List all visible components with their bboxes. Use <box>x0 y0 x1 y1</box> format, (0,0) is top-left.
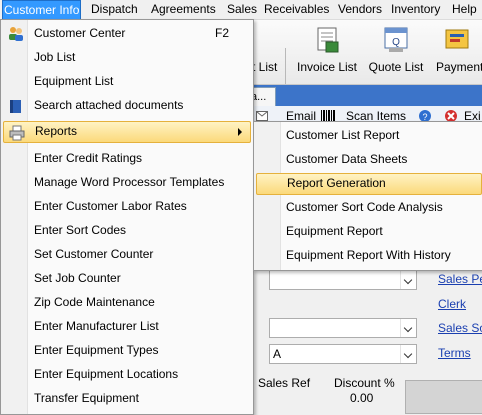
menu-item-label: Enter Manufacturer List <box>34 319 159 333</box>
submenu-item-label: Equipment Report With History <box>286 248 451 262</box>
menu-item-manufacturer-list[interactable]: Enter Manufacturer List <box>3 316 249 338</box>
submenu-item-report-generation[interactable]: Report Generation <box>256 173 482 195</box>
sales-source-link[interactable]: Sales Sor <box>438 321 482 335</box>
sales-ref-label: Sales Ref <box>258 376 311 390</box>
menu-item-label: Zip Code Maintenance <box>34 295 155 309</box>
sales-person-select[interactable] <box>269 270 417 290</box>
menu-item-label: Customer Center <box>34 26 126 40</box>
submenu-item-label: Customer Sort Code Analysis <box>286 200 443 214</box>
quote-list-icon: Q <box>384 27 408 52</box>
submenu-item-label: Customer Data Sheets <box>286 152 408 166</box>
toolbar-separator <box>285 48 286 84</box>
submenu-item-equipment-report[interactable]: Equipment Report <box>256 221 480 243</box>
discount-label: Discount % <box>334 376 395 390</box>
menu-item-job-counter[interactable]: Set Job Counter <box>3 268 249 290</box>
menu-item-label: Search attached documents <box>34 98 184 112</box>
discount-value: 0.00 <box>350 391 374 405</box>
menu-item-label: Set Customer Counter <box>34 247 154 261</box>
menu-sales[interactable]: Sales <box>226 0 258 19</box>
sales-source-select[interactable] <box>269 318 417 338</box>
menu-item-label: Reports <box>35 124 78 138</box>
sales-person-link[interactable]: Sales Per <box>438 272 482 286</box>
menu-item-equipment-list[interactable]: Equipment List <box>3 71 249 93</box>
menu-inventory[interactable]: Inventory <box>390 0 441 19</box>
menu-item-sort-codes[interactable]: Enter Sort Codes <box>3 220 249 242</box>
svg-text:Q: Q <box>392 37 400 48</box>
menu-customer-info[interactable]: Customer Info <box>2 0 82 19</box>
menu-item-customer-center[interactable]: Customer Center F2 <box>3 23 249 45</box>
menu-item-label: Manage Word Processor Templates <box>34 175 225 189</box>
menu-item-search-documents[interactable]: Search attached documents <box>3 95 249 117</box>
submenu-item-label: Customer List Report <box>286 128 400 142</box>
totals-panel <box>405 380 482 414</box>
menu-item-label: Equipment List <box>34 74 114 88</box>
book-icon <box>10 100 21 113</box>
menu-item-label: Enter Customer Labor Rates <box>34 199 187 213</box>
submenu-item-equipment-report-history[interactable]: Equipment Report With History <box>256 245 480 267</box>
payments-button[interactable]: Payment <box>432 20 482 84</box>
submenu-item-customer-data-sheets[interactable]: Customer Data Sheets <box>256 149 480 171</box>
invoice-list-icon <box>317 27 339 53</box>
submenu-item-sort-code-analysis[interactable]: Customer Sort Code Analysis <box>256 197 480 219</box>
menu-item-equipment-types[interactable]: Enter Equipment Types <box>3 340 249 362</box>
menu-item-label: Enter Equipment Types <box>34 343 159 357</box>
menu-receivables[interactable]: Receivables <box>263 0 330 19</box>
menu-item-job-list[interactable]: Job List <box>3 47 249 69</box>
quote-list-button[interactable]: Q Quote List <box>364 20 428 84</box>
customers-icon <box>9 27 23 41</box>
menu-item-labor-rates[interactable]: Enter Customer Labor Rates <box>3 196 249 218</box>
submenu-item-customer-list-report[interactable]: Customer List Report <box>256 125 480 147</box>
payments-icon <box>445 29 469 49</box>
menu-agreements[interactable]: Agreements <box>150 0 217 19</box>
shortcut-label: F2 <box>214 26 229 40</box>
menu-item-label: Enter Credit Ratings <box>34 151 143 165</box>
chevron-down-icon[interactable] <box>400 345 416 363</box>
terms-select[interactable]: A <box>269 344 417 364</box>
menu-item-label: Job List <box>34 50 76 64</box>
reports-submenu: Customer List Report Customer Data Sheet… <box>253 121 482 271</box>
menu-item-word-templates[interactable]: Manage Word Processor Templates <box>3 172 249 194</box>
menu-item-label: Enter Sort Codes <box>34 223 127 237</box>
chevron-down-icon[interactable] <box>400 271 416 289</box>
customer-info-menu: Customer Center F2 Job List Equipment Li… <box>0 19 254 415</box>
menu-item-customer-counter[interactable]: Set Customer Counter <box>3 244 249 266</box>
submenu-arrow-icon <box>238 128 242 136</box>
menu-item-label: Enter Equipment Locations <box>34 367 179 381</box>
terms-value: A <box>273 347 282 361</box>
quote-list-label: Quote List <box>368 60 424 74</box>
menu-vendors[interactable]: Vendors <box>337 0 383 19</box>
menu-item-zip-code[interactable]: Zip Code Maintenance <box>3 292 249 314</box>
menu-item-transfer-equipment[interactable]: Transfer Equipment <box>3 388 249 410</box>
chevron-down-icon[interactable] <box>400 319 416 337</box>
invoice-list-label: Invoice List <box>296 60 358 74</box>
menu-dispatch[interactable]: Dispatch <box>90 0 139 19</box>
toolbar-partial-button[interactable]: t List <box>252 20 282 84</box>
terms-link[interactable]: Terms <box>438 346 471 360</box>
clerk-link[interactable]: Clerk <box>438 297 466 311</box>
menu-help[interactable]: Help <box>451 0 478 19</box>
menu-item-label: Transfer Equipment <box>34 391 139 405</box>
submenu-item-label: Equipment Report <box>286 224 383 238</box>
submenu-item-label: Report Generation <box>287 176 386 190</box>
invoice-list-button[interactable]: Invoice List <box>293 20 361 84</box>
menu-item-equipment-locations[interactable]: Enter Equipment Locations <box>3 364 249 386</box>
payments-label: Payment <box>436 60 482 74</box>
toolbar-partial-label: t List <box>252 60 278 74</box>
printer-icon <box>9 125 25 141</box>
menu-item-reports[interactable]: Reports <box>3 121 251 143</box>
menu-bar: Customer Info Dispatch Agreements Sales … <box>0 0 482 20</box>
menu-item-credit-ratings[interactable]: Enter Credit Ratings <box>3 148 249 170</box>
menu-item-label: Set Job Counter <box>34 271 121 285</box>
